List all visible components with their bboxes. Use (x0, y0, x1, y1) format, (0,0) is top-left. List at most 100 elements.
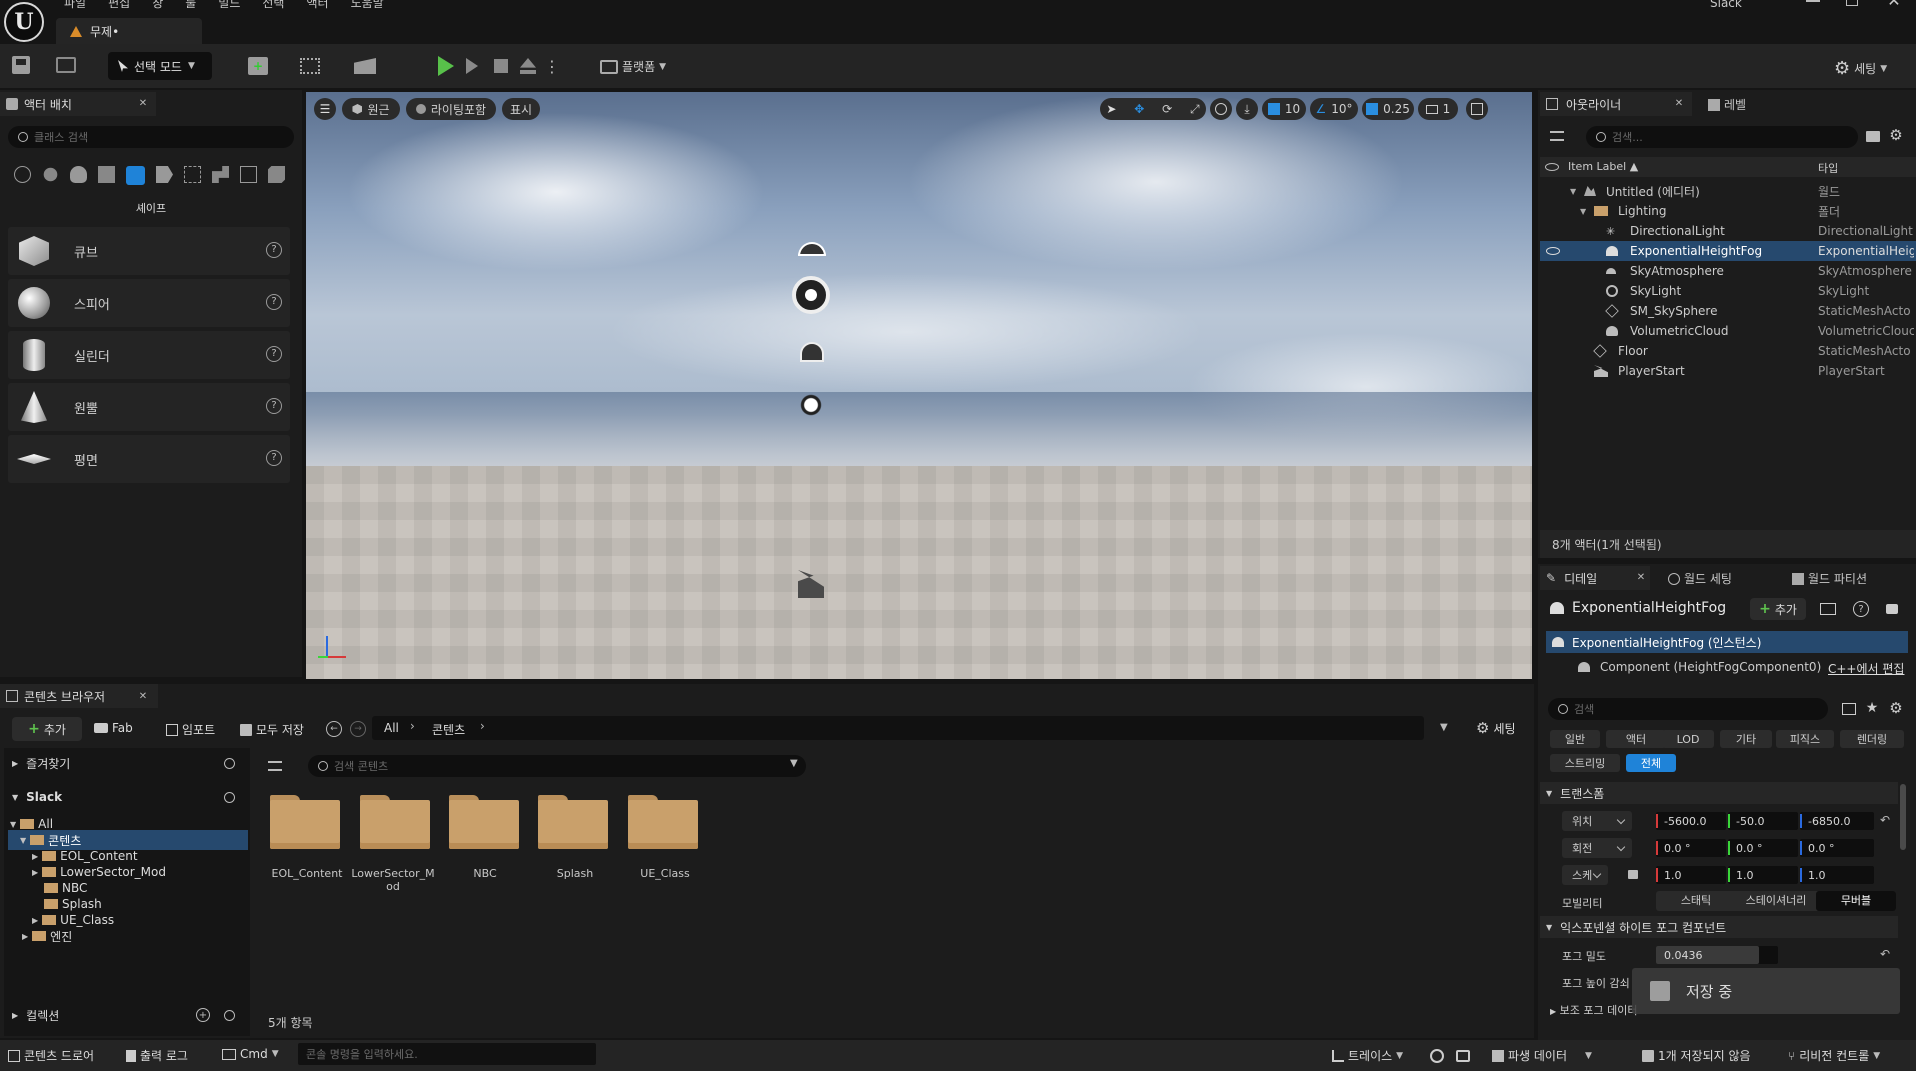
rotate-tool-icon[interactable]: ⟳ (1162, 102, 1172, 116)
filter-streaming[interactable]: 스트리밍 (1550, 754, 1620, 772)
minimize-button[interactable] (1806, 0, 1820, 2)
more-icon[interactable] (268, 166, 285, 183)
search-icon[interactable] (224, 758, 235, 769)
folder-nbc[interactable] (449, 795, 519, 849)
sky-atmosphere-icon[interactable] (792, 276, 830, 314)
help-icon[interactable]: ? (266, 450, 282, 466)
save-icon[interactable] (12, 56, 30, 74)
outliner-row-volumetric-cloud[interactable]: VolumetricCloud VolumetricClouc (1540, 321, 1916, 341)
add-actor-icon[interactable]: + (248, 57, 268, 75)
location-x[interactable]: -5600.0 (1656, 812, 1726, 830)
outliner-row-directional-light[interactable]: ✳ DirectionalLight DirectionalLight (1540, 221, 1916, 241)
camera-speed-button[interactable]: 1 (1418, 98, 1458, 120)
menu-edit[interactable]: 편집 (108, 0, 130, 11)
world-local-button[interactable] (1210, 98, 1232, 120)
content-add-button[interactable]: + 추가 (12, 717, 82, 741)
location-z[interactable]: -6850.0 (1800, 812, 1874, 830)
mode-dropdown[interactable]: 선택 모드 ▼ (108, 52, 212, 80)
fog-density-field[interactable]: 0.0436 (1656, 946, 1778, 964)
shapes-icon[interactable] (126, 166, 145, 185)
place-actors-tab[interactable]: 액터 배치 (0, 92, 156, 116)
content-settings-button[interactable]: ⚙ 세팅 (1476, 719, 1516, 737)
gear-icon[interactable]: ⚙ (1888, 699, 1904, 717)
scale-tool-icon[interactable]: ⤢ (1190, 102, 1200, 117)
filter-rendering[interactable]: 렌더링 (1840, 730, 1904, 748)
asset-filter-button[interactable] (268, 761, 282, 771)
console-input[interactable]: 콘솔 명령을 입력하세요. (298, 1043, 596, 1065)
collections-header[interactable]: ▶ 컬렉션 (8, 1004, 248, 1026)
transform-section-header[interactable]: ▼ 트랜스폼 (1540, 782, 1898, 804)
forward-icon[interactable]: → (350, 721, 366, 737)
lighting-button[interactable]: 라이팅포함 (406, 98, 496, 120)
type-header[interactable]: 타입 (1818, 160, 1838, 176)
details-scrollbar[interactable] (1900, 784, 1906, 850)
revision-control-dropdown[interactable]: ⑂ 리비전 컨트롤 ▼ (1788, 1047, 1880, 1064)
scale-dropdown[interactable]: 스케 (1562, 865, 1608, 885)
outliner-row-floor[interactable]: Floor StaticMeshActo (1540, 341, 1916, 361)
outliner-row-folder[interactable]: ▼ Lighting 폴더 (1540, 201, 1916, 221)
play-button[interactable] (438, 56, 454, 76)
geometry-icon[interactable] (240, 166, 257, 183)
search-icon[interactable] (224, 1010, 235, 1021)
gear-icon[interactable]: ⚙ (1888, 126, 1904, 144)
close-icon[interactable]: ✕ (1672, 96, 1686, 110)
filter-physics[interactable]: 피직스 (1776, 730, 1834, 748)
translate-tool-icon[interactable]: ✥ (1134, 102, 1144, 116)
menu-actor[interactable]: 액터 (306, 0, 328, 11)
lights-icon[interactable] (70, 166, 87, 183)
volumes-icon[interactable] (184, 166, 201, 183)
rotation-z[interactable]: 0.0 ° (1800, 839, 1874, 857)
visual-effects-icon[interactable] (156, 166, 173, 183)
help-icon[interactable]: ? (1853, 601, 1869, 617)
skylight-icon[interactable] (798, 242, 826, 256)
tree-item-engine[interactable]: ▶ 엔진 (22, 926, 72, 946)
back-icon[interactable]: ← (326, 721, 342, 737)
reset-icon[interactable]: ↶ (1880, 947, 1890, 961)
recent-icon[interactable] (14, 166, 31, 183)
help-icon[interactable]: ? (266, 346, 282, 362)
world-partition-tab[interactable]: 월드 파티션 (1792, 570, 1867, 587)
menu-help[interactable]: 도움말 (351, 0, 384, 11)
outliner-row-height-fog[interactable]: ExponentialHeightFog ExponentialHeig (1540, 241, 1916, 261)
cinematic-icon[interactable] (98, 166, 115, 183)
mobility-static[interactable]: 스태틱 (1656, 891, 1736, 911)
screenshot-icon[interactable] (1456, 1050, 1470, 1062)
shape-item-cone[interactable]: 원뿔 ? (8, 383, 290, 431)
show-button[interactable]: 표시 (502, 98, 540, 120)
reset-icon[interactable]: ↶ (1880, 813, 1890, 827)
levels-tab[interactable]: 레벨 (1708, 96, 1746, 113)
star-icon[interactable]: ★ (1864, 700, 1880, 716)
path-content[interactable]: 콘텐츠 (432, 721, 465, 738)
menu-file[interactable]: 파일 (64, 0, 86, 11)
location-dropdown[interactable]: 위치 (1562, 811, 1632, 831)
outliner-filter-button[interactable] (1550, 131, 1564, 141)
outliner-row-world[interactable]: ▼ Untitled (에디터) 월드 (1540, 181, 1916, 201)
import-button[interactable]: 임포트 (166, 721, 215, 738)
folder-eol-content[interactable] (270, 795, 340, 849)
menu-build[interactable]: 빌드 (218, 0, 240, 11)
menu-window[interactable]: 창 (152, 0, 163, 11)
shape-item-cylinder[interactable]: 실린더 ? (8, 331, 290, 379)
derived-data-dropdown[interactable]: 파생 데이터 ▼ (1492, 1047, 1592, 1064)
outliner-row-sky-sphere[interactable]: SM_SkySphere StaticMeshActo (1540, 301, 1916, 321)
item-label-header[interactable]: Item Label ▲ (1568, 160, 1638, 173)
outliner-tab[interactable]: 아웃라이너 (1540, 92, 1692, 116)
unreal-logo[interactable]: U (4, 2, 44, 42)
path-history-dropdown[interactable]: ▼ (1440, 722, 1448, 733)
scale-y[interactable]: 1.0 (1728, 866, 1798, 884)
component-row[interactable]: Component (HeightFogComponent0) (1578, 660, 1821, 674)
scale-x[interactable]: 1.0 (1656, 866, 1726, 884)
folder-ue-class[interactable] (628, 795, 698, 849)
platform-button[interactable]: 플랫폼 ▼ (600, 58, 666, 75)
grid-snap-button[interactable]: 10 (1262, 98, 1306, 120)
surface-snap-button[interactable]: ⤓ (1236, 98, 1258, 120)
content-browser-tab[interactable]: 콘텐츠 브라우저 (0, 684, 158, 708)
project-root-header[interactable]: ▼ Slack (8, 786, 248, 808)
filter-lod[interactable]: LOD (1662, 730, 1714, 748)
layout-button[interactable] (1466, 98, 1488, 120)
maximize-button[interactable] (1846, 0, 1858, 6)
secondary-fog-label[interactable]: ▶ 보조 포그 데이터 (1550, 1002, 1638, 1018)
fab-button[interactable]: Fab (94, 721, 133, 735)
cmd-dropdown[interactable]: Cmd ▼ (222, 1047, 279, 1061)
menu-tools[interactable]: 툴 (185, 0, 196, 11)
